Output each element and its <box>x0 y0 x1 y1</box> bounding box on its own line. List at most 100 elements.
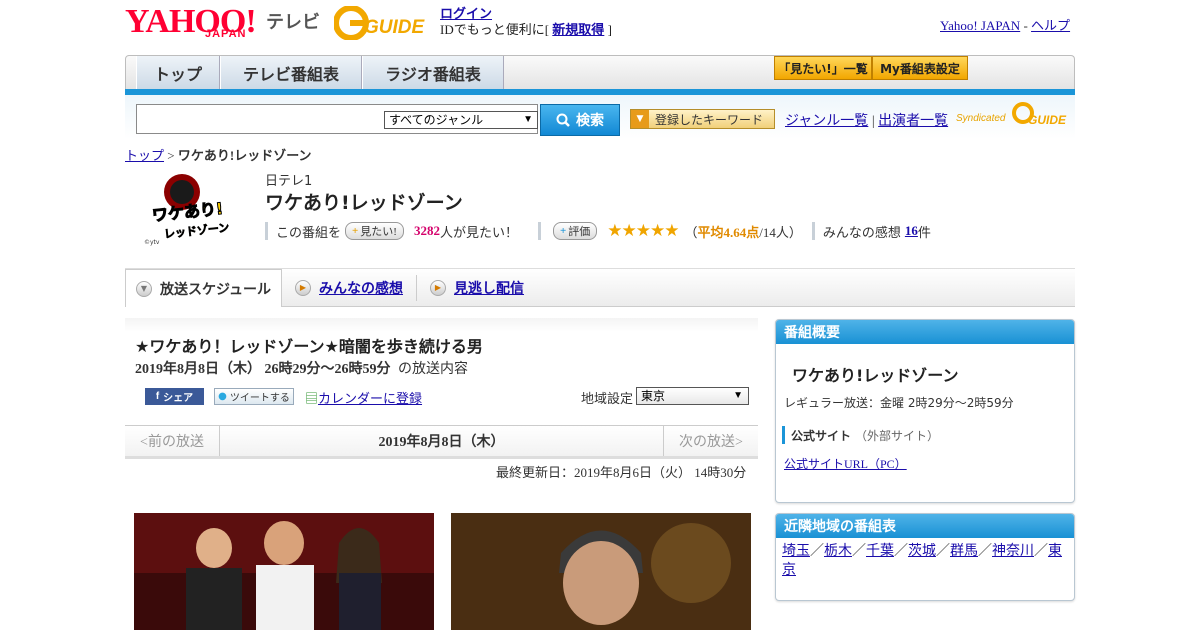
tab-impressions-label: みんなの感想 <box>319 280 403 297</box>
episode-date-line: 2019年8月8日（木） 26時29分～26時59分 の放送内容 <box>135 358 468 378</box>
region-link-kanagawa[interactable]: 神奈川 <box>992 544 1034 559</box>
login-prompt-text: IDでもっと便利に[ <box>440 22 550 37</box>
region-separator: ／ <box>894 544 908 559</box>
mitai-button-label: 見たい! <box>360 226 397 238</box>
tab-catchup[interactable]: ▶ 見逃し配信 <box>430 269 524 306</box>
episode-title: ★ワケあり！レッドゾーン★暗闇を歩き続ける男 <box>135 337 483 356</box>
rate-button[interactable]: + 評価 <box>552 222 598 240</box>
yahoo-japan-link[interactable]: Yahoo! JAPAN <box>940 18 1020 33</box>
twitter-bird-icon: ● <box>218 391 227 402</box>
svg-text:GUIDE: GUIDE <box>364 17 426 38</box>
chevron-down-icon: ▼ <box>733 390 743 401</box>
region-link-ibaraki[interactable]: 茨城 <box>908 544 936 559</box>
rating-average: 平均4.64点 <box>697 224 760 240</box>
mitai-button[interactable]: + 見たい! <box>345 222 404 240</box>
main-nav: トップ テレビ番組表 ラジオ番組表 「見たい!」一覧 My番組表設定 <box>125 55 1075 90</box>
facebook-share-label: シェア <box>163 393 194 404</box>
nav-tab-tv-schedule[interactable]: テレビ番組表 <box>220 56 362 90</box>
syndicated-label: Syndicated <box>956 113 1006 124</box>
stat-divider <box>811 222 815 240</box>
mitai-prefix: この番組を <box>276 224 342 240</box>
genre-select[interactable]: すべてのジャンル ▼ <box>384 111 538 129</box>
tv-service-name[interactable]: テレビ <box>266 8 320 34</box>
mitai-count: 3282 <box>413 223 440 238</box>
comments-label: みんなの感想 <box>822 224 901 240</box>
performers-list-link[interactable]: 出演者一覧 <box>878 114 948 129</box>
chevron-down-icon: ▼ <box>136 280 152 297</box>
login-link[interactable]: ログイン <box>440 6 492 21</box>
facebook-share-button[interactable]: f シェア <box>145 388 204 405</box>
region-link-gunma[interactable]: 群馬 <box>950 544 978 559</box>
tab-schedule[interactable]: ▼ 放送スケジュール <box>125 269 282 307</box>
facebook-icon: f <box>155 391 160 402</box>
rating-open-paren: （ <box>684 224 698 240</box>
episode-photo <box>451 513 751 630</box>
tweet-button-label: ツイートする <box>229 393 290 404</box>
tab-impressions[interactable]: ▶ みんなの感想 <box>295 269 403 306</box>
region-link-chiba[interactable]: 千葉 <box>866 544 894 559</box>
signup-link[interactable]: 新規取得 <box>552 22 604 37</box>
directory-links: ジャンル一覧 | 出演者一覧 <box>785 110 948 130</box>
region-separator: ／ <box>810 544 824 559</box>
svg-text:GUIDE: GUIDE <box>1028 113 1067 127</box>
header-links: Yahoo! JAPAN - ヘルプ <box>940 15 1070 34</box>
nav-tab-radio-schedule[interactable]: ラジオ番組表 <box>362 56 504 90</box>
region-link-tochigi[interactable]: 栃木 <box>824 544 852 559</box>
rating-voter-count: /14人） <box>759 224 802 240</box>
help-link[interactable]: ヘルプ <box>1031 18 1070 33</box>
login-area: ログイン IDでもっと便利に[ 新規取得 ] <box>440 6 612 38</box>
search-icon <box>556 113 570 127</box>
program-tabs: ▼ 放送スケジュール ▶ みんなの感想 ▶ 見逃し配信 <box>125 268 1075 307</box>
plus-icon: + <box>559 225 567 237</box>
my-schedule-settings-button[interactable]: My番組表設定 <box>872 56 968 80</box>
genre-select-value: すべてのジャンル <box>389 113 484 127</box>
play-icon: ▶ <box>295 279 311 296</box>
triangle-down-icon: ▼ <box>631 110 649 128</box>
calendar-register-link[interactable]: カレンダーに登録 <box>318 391 422 406</box>
overview-title: ワケあり!レッドゾーン <box>792 366 959 385</box>
chevron-down-icon: ▼ <box>523 114 533 125</box>
calendar-register[interactable]: ▤カレンダーに登録 <box>305 388 422 407</box>
prev-broadcast-button[interactable]: <前の放送 <box>125 426 220 456</box>
breadcrumb-current: ワケあり!レッドゾーン <box>177 148 312 163</box>
episode-pager: <前の放送 2019年8月8日（木） 次の放送> <box>125 425 758 459</box>
breadcrumb-separator: > <box>164 148 178 163</box>
region-link-saitama[interactable]: 埼玉 <box>782 544 810 559</box>
syndicated-gguide-badge: Syndicated GUIDE <box>956 102 1072 128</box>
breadcrumb: トップ > ワケあり!レッドゾーン <box>125 145 312 164</box>
region-label: 地域設定 <box>581 391 634 406</box>
nav-tab-top[interactable]: トップ <box>136 56 220 90</box>
rate-button-label: 評価 <box>568 226 591 238</box>
mitai-list-button[interactable]: 「見たい!」一覧 <box>774 56 872 80</box>
comments-count-link[interactable]: 16 <box>905 223 918 239</box>
official-url-area: 公式サイトURL（PC） <box>784 455 907 472</box>
plus-icon: + <box>352 225 359 237</box>
calendar-add-icon: ▤ <box>305 391 319 406</box>
registered-keywords-button[interactable]: ▼ 登録したキーワード <box>630 109 775 129</box>
rating-stars: ★★★★★ <box>607 221 679 240</box>
header-link-separator: - <box>1020 18 1032 33</box>
search-button[interactable]: 検索 <box>540 104 620 136</box>
gguide-logo[interactable]: GUIDE <box>333 5 432 41</box>
program-title: ワケあり!レッドゾーン <box>265 192 463 214</box>
registered-keywords-label: 登録したキーワード <box>655 112 764 127</box>
breadcrumb-top-link[interactable]: トップ <box>125 148 164 163</box>
svg-text:レッドゾーン: レッドゾーン <box>163 220 230 241</box>
next-broadcast-button[interactable]: 次の放送> <box>663 426 758 456</box>
tab-catchup-label: 見逃し配信 <box>454 280 524 297</box>
region-select[interactable]: 東京 ▼ <box>636 387 749 405</box>
search-button-label: 検索 <box>576 113 604 129</box>
stat-divider <box>537 222 541 240</box>
tweet-button[interactable]: ● ツイートする <box>214 388 294 405</box>
official-url-link[interactable]: 公式サイトURL（PC） <box>784 457 907 471</box>
nearby-regions-panel: 近隣地域の番組表 埼玉／栃木／千葉／茨城／群馬／神奈川／東京 <box>775 513 1075 601</box>
region-select-value: 東京 <box>641 389 666 403</box>
last-updated: 最終更新日：2019年8月6日（火） 14時30分 <box>496 465 747 480</box>
external-site-note: （外部サイト） <box>855 428 940 443</box>
genre-list-link[interactable]: ジャンル一覧 <box>785 114 868 129</box>
signup-bracket: ] <box>604 22 612 37</box>
station-name: 日テレ1 <box>265 174 313 189</box>
official-site-heading: 公式サイト （外部サイト） <box>782 426 939 444</box>
directory-divider: | <box>868 114 879 129</box>
program-stats-row: この番組を + 見たい! 3282 人が見たい！ + 評価 ★★★★★ （平均4.6… <box>265 220 931 242</box>
